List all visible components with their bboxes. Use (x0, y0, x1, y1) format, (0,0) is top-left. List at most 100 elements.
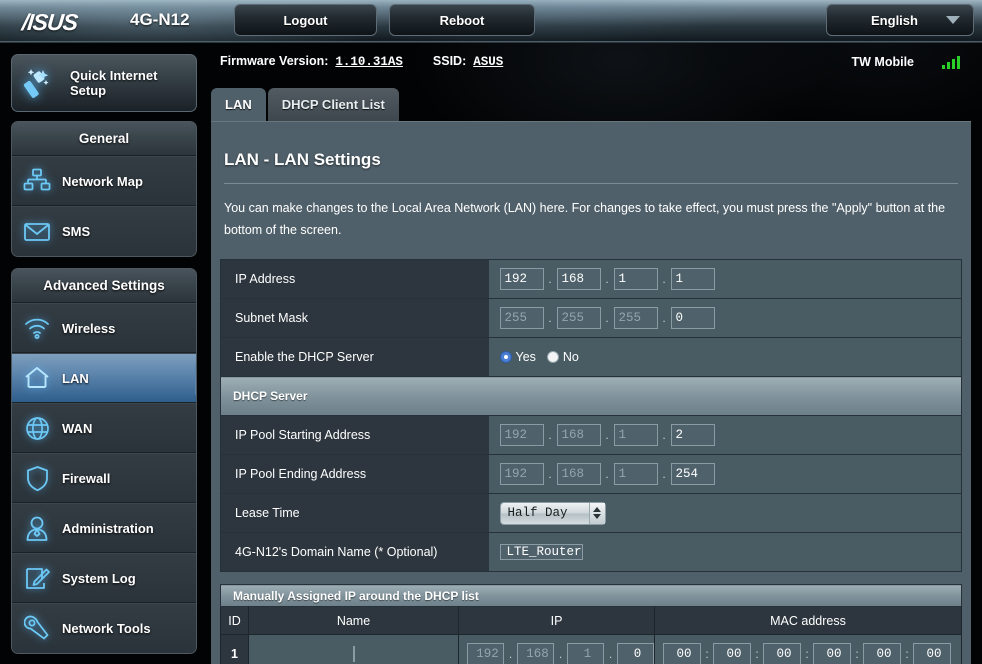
radio-yes[interactable] (499, 351, 512, 363)
column-header-id: ID (220, 606, 249, 635)
sidebar-item-label: Administration (62, 520, 154, 536)
mac-octet-6[interactable]: 00 (913, 642, 951, 664)
manual-ip-octet-4[interactable]: 0 (617, 642, 654, 664)
sidebar-item-label: LAN (62, 370, 89, 386)
radio-no-label: No (562, 350, 579, 364)
asus-logo: /ISUS (20, 9, 79, 35)
subnet-octet-4[interactable]: 0 (670, 307, 715, 329)
tab-lan[interactable]: LAN (211, 88, 266, 121)
manual-name-input[interactable] (352, 646, 355, 662)
subnet-octet-2: 255 (556, 307, 601, 329)
spinner-arrows-icon[interactable] (588, 502, 605, 524)
reboot-button[interactable]: Reboot (389, 4, 535, 36)
table-row-lease-time: Lease Time Half Day (220, 493, 962, 533)
logout-button[interactable]: Logout (234, 4, 377, 36)
shield-icon (12, 465, 62, 492)
manual-ip-octet-3: 1 (567, 642, 604, 664)
lease-time-value: Half Day (507, 506, 568, 520)
sidebar-item-label: Network Map (62, 173, 143, 189)
language-selector[interactable]: English (826, 4, 974, 36)
sidebar-item-label: SMS (62, 224, 91, 239)
sidebar-item-sms[interactable]: SMS (12, 206, 196, 256)
manual-ip-input-group[interactable]: 192. 168. 1. 0 (467, 642, 654, 664)
page-description: You can make changes to the Local Area N… (224, 201, 946, 237)
sidebar-group-advanced: Advanced Settings Wireless LAN WAN Firew… (11, 268, 197, 654)
wifi-icon (12, 316, 62, 340)
pool-end-octet-3: 1 (613, 463, 658, 485)
sidebar-item-lan[interactable]: LAN (12, 353, 196, 403)
sidebar-item-label: Firewall (62, 470, 111, 486)
dhcp-enable-radio-group[interactable]: Yes No (499, 350, 962, 364)
sidebar-item-administration[interactable]: Administration (12, 503, 196, 553)
quick-internet-setup-button[interactable]: Quick Internet Setup (11, 54, 197, 112)
tab-dhcp-client-list[interactable]: DHCP Client List (267, 88, 399, 121)
title-divider (224, 183, 958, 184)
ip-octet-1[interactable]: 192 (499, 268, 544, 290)
mac-octet-1[interactable]: 00 (663, 642, 701, 664)
table-row-subnet-mask: Subnet Mask 255. 255. 255. 0 (220, 298, 962, 338)
sidebar-item-label: Wireless (62, 320, 116, 336)
mac-octet-3[interactable]: 00 (763, 642, 801, 664)
table-row-pool-start: IP Pool Starting Address 192. 168. 1. 2 (220, 415, 962, 455)
ssid-label: SSID: (432, 54, 467, 68)
lan-settings-table: IP Address 192. 168. 1. 1 Subnet Mask 25… (220, 259, 962, 572)
ip-octet-4[interactable]: 1 (670, 268, 715, 290)
table-row-dhcp-enable: Enable the DHCP Server Yes No (220, 337, 962, 377)
radio-no[interactable] (546, 351, 559, 363)
lease-time-label: Lease Time (220, 493, 489, 533)
mac-octet-5[interactable]: 00 (863, 642, 901, 664)
mac-octet-2[interactable]: 00 (713, 642, 751, 664)
user-icon (12, 515, 62, 542)
mac-octet-4[interactable]: 00 (813, 642, 851, 664)
pool-end-octet-1: 192 (499, 463, 544, 485)
sidebar-item-network-map[interactable]: Network Map (12, 156, 196, 206)
subnet-octet-1: 255 (499, 307, 544, 329)
table-row-pool-end: IP Pool Ending Address 192. 168. 1. 254 (220, 454, 962, 494)
sidebar-item-wireless[interactable]: Wireless (12, 303, 196, 353)
column-header-mac: MAC address (654, 606, 962, 635)
sidebar-group-title-advanced: Advanced Settings (12, 269, 196, 303)
network-map-icon (12, 168, 62, 194)
pool-end-octet-4[interactable]: 254 (670, 463, 715, 485)
language-selector-value: English (871, 12, 918, 28)
router-model-label: 4G-N12 (130, 10, 190, 29)
sidebar-item-label: System Log (62, 570, 136, 586)
lease-time-select[interactable]: Half Day (499, 501, 606, 525)
pool-start-octet-2: 168 (556, 424, 601, 446)
pool-start-octet-4[interactable]: 2 (670, 424, 715, 446)
ip-address-input-group[interactable]: 192. 168. 1. 1 (499, 268, 962, 290)
page-title: LAN - LAN Settings (224, 150, 381, 169)
sidebar-item-network-tools[interactable]: Network Tools (12, 603, 196, 653)
sidebar-item-system-log[interactable]: System Log (12, 553, 196, 603)
pool-end-label: IP Pool Ending Address (220, 454, 489, 494)
firmware-info: Firmware Version: 1.10.31AS SSID: ASUS (220, 54, 503, 69)
sidebar-item-wan[interactable]: WAN (12, 403, 196, 453)
manual-ip-octet-1: 192 (467, 642, 504, 664)
ip-octet-3[interactable]: 1 (613, 268, 658, 290)
manual-mac-input-group[interactable]: 00: 00: 00: 00: 00: 00 (663, 642, 961, 664)
pool-end-input-group[interactable]: 192. 168. 1. 254 (499, 463, 962, 485)
manual-assign-section-title: Manually Assigned IP around the DHCP lis… (220, 584, 962, 607)
subnet-mask-input-group[interactable]: 255. 255. 255. 0 (499, 307, 962, 329)
signal-strength-icon (942, 55, 960, 69)
magic-wand-icon (12, 66, 64, 100)
sidebar-item-label: WAN (62, 420, 93, 436)
ip-address-label: IP Address (220, 259, 489, 299)
row-id: 1 (220, 634, 249, 664)
dhcp-server-section-title: DHCP Server (220, 376, 962, 416)
pool-end-octet-2: 168 (556, 463, 601, 485)
header-divider (0, 41, 982, 43)
pool-start-label: IP Pool Starting Address (220, 415, 489, 455)
pool-start-octet-3: 1 (613, 424, 658, 446)
ssid-value: ASUS (473, 55, 504, 69)
manual-assign-table: Manually Assigned IP around the DHCP lis… (220, 584, 962, 664)
content-panel: LAN - LAN Settings You can make changes … (211, 121, 971, 664)
pool-start-input-group[interactable]: 192. 168. 1. 2 (499, 424, 962, 446)
wrench-icon (12, 615, 62, 642)
sidebar-item-firewall[interactable]: Firewall (12, 453, 196, 503)
ip-octet-2[interactable]: 168 (556, 268, 601, 290)
pool-start-octet-1: 192 (499, 424, 544, 446)
subnet-octet-3: 255 (613, 307, 658, 329)
domain-name-input[interactable]: LTE_Router (499, 544, 583, 560)
firmware-label: Firmware Version: (220, 54, 329, 68)
